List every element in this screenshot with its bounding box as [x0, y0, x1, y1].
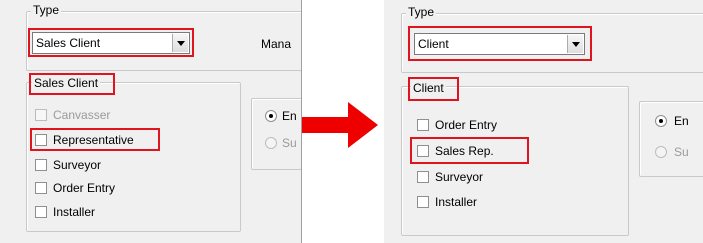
- checkbox-box[interactable]: [35, 182, 47, 194]
- checkbox-label: Order Entry: [53, 181, 116, 195]
- checkbox-box[interactable]: [417, 119, 429, 131]
- checkbox-label: Sales Rep.: [435, 144, 494, 158]
- radio-en[interactable]: [655, 115, 667, 127]
- type-group-label: Type: [406, 5, 437, 19]
- right-arrow-icon: [302, 102, 378, 148]
- checkbox-box[interactable]: [417, 145, 429, 157]
- checkbox-box[interactable]: [35, 109, 47, 121]
- checkbox-label: Surveyor: [435, 170, 484, 184]
- radio-su-label: Su: [674, 145, 689, 159]
- radio-dot: [659, 119, 663, 123]
- client-group-label: Sales Client: [32, 76, 101, 90]
- type-group-label: Type: [31, 3, 62, 17]
- before-panel: Type Sales Client Mana Sales Client Canv…: [0, 0, 302, 243]
- dropdown-arrow-icon: [177, 41, 185, 46]
- radio-groupbox: [639, 101, 703, 177]
- type-select[interactable]: Client: [414, 33, 585, 55]
- radio-su[interactable]: [265, 137, 277, 149]
- type-select[interactable]: Sales Client: [32, 32, 190, 54]
- checkbox-label: Canvasser: [53, 108, 111, 122]
- checkbox-box[interactable]: [35, 134, 47, 146]
- dropdown-arrow-icon: [572, 42, 580, 47]
- radio-dot: [269, 114, 273, 118]
- after-panel: Type Client Client Order Entry Sales Rep…: [384, 0, 703, 243]
- checkbox-label: Representative: [53, 133, 134, 147]
- checkbox-box[interactable]: [35, 159, 47, 171]
- checkbox-label: Order Entry: [435, 118, 498, 132]
- client-group-label: Client: [411, 81, 446, 95]
- radio-en-label: En: [282, 109, 297, 123]
- type-select-button[interactable]: [172, 34, 188, 52]
- checkbox-label: Installer: [53, 205, 96, 219]
- type-select-button[interactable]: [567, 35, 583, 53]
- type-select-value: Client: [418, 37, 449, 51]
- radio-en-label: En: [674, 114, 689, 128]
- checkbox-box[interactable]: [35, 206, 47, 218]
- type-select-value: Sales Client: [36, 36, 101, 50]
- radio-su[interactable]: [655, 146, 667, 158]
- partial-label: Mana: [261, 37, 292, 51]
- checkbox-box[interactable]: [417, 171, 429, 183]
- checkbox-label: Installer: [435, 195, 478, 209]
- radio-su-label: Su: [282, 136, 297, 150]
- checkbox-box[interactable]: [417, 196, 429, 208]
- radio-en[interactable]: [265, 110, 277, 122]
- checkbox-label: Surveyor: [53, 158, 102, 172]
